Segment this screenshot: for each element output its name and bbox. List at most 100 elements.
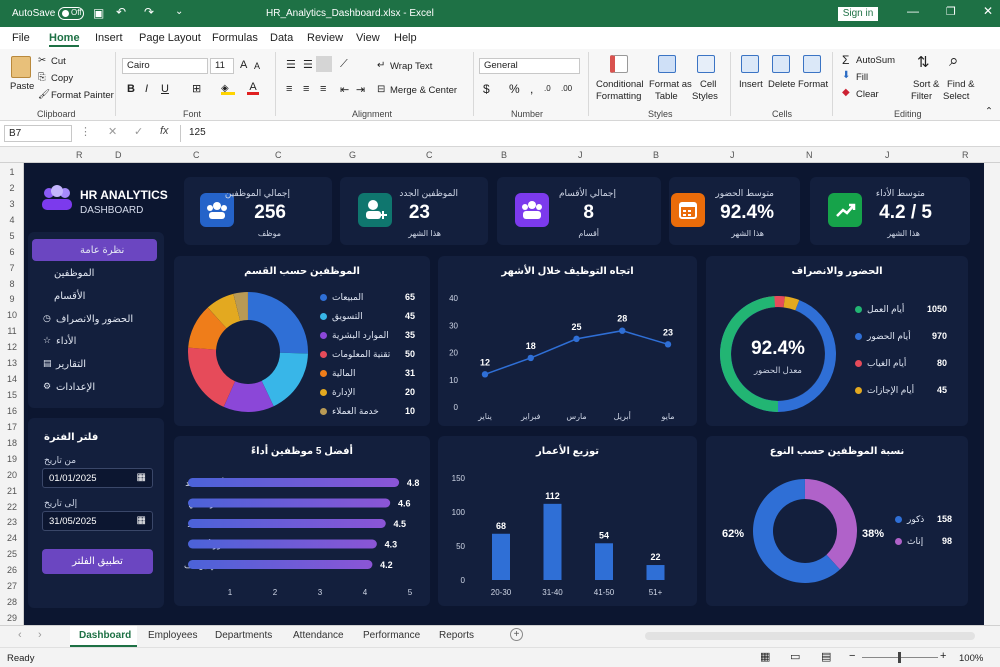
format-painter-icon[interactable]: 🖌: [38, 89, 50, 100]
column-header[interactable]: J: [578, 150, 583, 160]
close-icon[interactable]: ✕: [983, 4, 993, 18]
autosum-icon[interactable]: Σ: [842, 53, 849, 67]
row-header[interactable]: 19: [0, 454, 24, 464]
comma-style-icon[interactable]: ,: [530, 82, 533, 96]
row-header[interactable]: 22: [0, 502, 24, 512]
cell-styles-icon[interactable]: [697, 55, 715, 73]
confirm-entry-icon[interactable]: ✓: [134, 125, 143, 138]
nav-item-settings[interactable]: ⚙ الإعدادات: [32, 376, 157, 398]
apply-filter-button[interactable]: تطبيق الفلتر: [42, 549, 153, 574]
align-top-icon[interactable]: ☰: [286, 58, 296, 71]
nav-item-overview[interactable]: نظرة عامة: [32, 239, 157, 261]
copy-button[interactable]: Copy: [51, 73, 73, 84]
paste-icon[interactable]: [11, 56, 31, 78]
sort-filter-button-line2[interactable]: Filter: [911, 91, 932, 102]
orientation-icon[interactable]: ⟋: [340, 58, 348, 71]
undo-icon[interactable]: ↶: [116, 5, 126, 19]
underline-icon[interactable]: U: [161, 83, 169, 95]
sheet-tab-departments[interactable]: Departments: [215, 630, 272, 641]
menu-data[interactable]: Data: [270, 32, 293, 44]
page-break-view-icon[interactable]: ▤: [821, 650, 831, 663]
row-header[interactable]: 11: [0, 326, 24, 336]
insert-cells-icon[interactable]: [741, 55, 759, 73]
nav-item-departments[interactable]: الأقسام: [32, 285, 157, 307]
row-header[interactable]: 18: [0, 438, 24, 448]
sort-filter-icon[interactable]: ⇅: [917, 53, 930, 71]
menu-home[interactable]: Home: [49, 32, 80, 44]
insert-function-icon[interactable]: fx: [160, 125, 169, 137]
row-header[interactable]: 17: [0, 422, 24, 432]
name-box-more-icon[interactable]: ⋮: [80, 125, 91, 138]
row-header[interactable]: 15: [0, 390, 24, 400]
minimize-icon[interactable]: —: [907, 4, 919, 18]
zoom-in-icon[interactable]: +: [940, 650, 946, 662]
row-header[interactable]: 28: [0, 597, 24, 607]
menu-insert[interactable]: Insert: [95, 32, 123, 44]
nav-item-employees[interactable]: الموظفين: [32, 262, 157, 284]
row-header[interactable]: 24: [0, 533, 24, 543]
column-header[interactable]: B: [501, 150, 507, 160]
calendar-icon[interactable]: ▦: [137, 472, 146, 483]
cancel-entry-icon[interactable]: ✕: [108, 125, 117, 138]
normal-view-icon[interactable]: ▦: [760, 650, 770, 663]
column-header[interactable]: J: [885, 150, 890, 160]
sheet-tab-performance[interactable]: Performance: [363, 630, 420, 641]
column-header[interactable]: R: [962, 150, 969, 160]
sheet-tab-dashboard[interactable]: Dashboard: [70, 626, 137, 647]
conditional-formatting-icon[interactable]: [610, 55, 628, 73]
sheet-tab-employees[interactable]: Employees: [148, 630, 197, 641]
calendar-icon[interactable]: ▦: [137, 515, 146, 526]
next-sheet-icon[interactable]: ›: [38, 629, 42, 641]
cut-icon[interactable]: ✂: [38, 55, 46, 66]
zoom-out-icon[interactable]: −: [849, 650, 855, 662]
wrap-text-icon[interactable]: ↵: [377, 60, 385, 71]
row-header[interactable]: 26: [0, 565, 24, 575]
format-as-table-button[interactable]: Format as: [649, 79, 692, 90]
copy-icon[interactable]: ⎘: [38, 72, 46, 83]
font-name-select[interactable]: Cairo: [122, 58, 208, 74]
cell-styles-button[interactable]: Cell: [700, 79, 716, 90]
nav-item-performance[interactable]: ☆ الأداء: [32, 330, 157, 352]
autosave-toggle[interactable]: Off: [58, 7, 84, 20]
sort-filter-button[interactable]: Sort &: [913, 79, 939, 90]
clear-button[interactable]: Clear: [856, 89, 879, 100]
find-select-button[interactable]: Find &: [947, 79, 974, 90]
fill-button[interactable]: Fill: [856, 72, 868, 83]
row-header[interactable]: 25: [0, 549, 24, 559]
column-header[interactable]: G: [349, 150, 356, 160]
percent-icon[interactable]: %: [509, 82, 520, 96]
menu-formulas[interactable]: Formulas: [212, 32, 258, 44]
column-header[interactable]: R: [76, 150, 83, 160]
column-header[interactable]: D: [115, 150, 122, 160]
nav-item-reports[interactable]: ▤ التقارير: [32, 353, 157, 375]
save-icon[interactable]: ▣: [93, 6, 104, 20]
from-date-input[interactable]: 01/01/2025 ▦: [42, 468, 153, 488]
column-header[interactable]: N: [806, 150, 813, 160]
row-header[interactable]: 27: [0, 581, 24, 591]
menu-file[interactable]: File: [12, 32, 30, 44]
currency-icon[interactable]: $: [483, 82, 490, 96]
align-left-icon[interactable]: ≡: [286, 83, 292, 95]
menu-review[interactable]: Review: [307, 32, 343, 44]
column-header[interactable]: C: [193, 150, 200, 160]
zoom-slider-thumb[interactable]: [898, 652, 901, 663]
conditional-formatting-button[interactable]: Conditional: [596, 79, 644, 90]
to-date-input[interactable]: 31/05/2025 ▦: [42, 511, 153, 531]
clear-icon[interactable]: ◆: [842, 87, 850, 98]
font-color-icon[interactable]: A: [247, 81, 259, 95]
delete-cells-icon[interactable]: [772, 55, 790, 73]
redo-icon[interactable]: ↷: [144, 5, 154, 19]
customize-toolbar-icon[interactable]: ⌄: [175, 6, 183, 17]
align-center-icon[interactable]: ≡: [303, 83, 309, 95]
paste-button[interactable]: Paste: [10, 81, 34, 92]
vertical-scrollbar[interactable]: [984, 163, 1000, 625]
merge-center-button[interactable]: Merge & Center: [390, 85, 457, 96]
decrease-indent-icon[interactable]: ⇤: [340, 83, 349, 96]
row-header[interactable]: 21: [0, 486, 24, 496]
horizontal-scrollbar[interactable]: [645, 632, 975, 640]
restore-icon[interactable]: ❐: [946, 5, 956, 18]
format-as-table-button-line2[interactable]: Table: [655, 91, 678, 102]
column-header[interactable]: J: [730, 150, 735, 160]
increase-indent-icon[interactable]: ⇥: [356, 83, 365, 96]
row-header[interactable]: 12: [0, 342, 24, 352]
